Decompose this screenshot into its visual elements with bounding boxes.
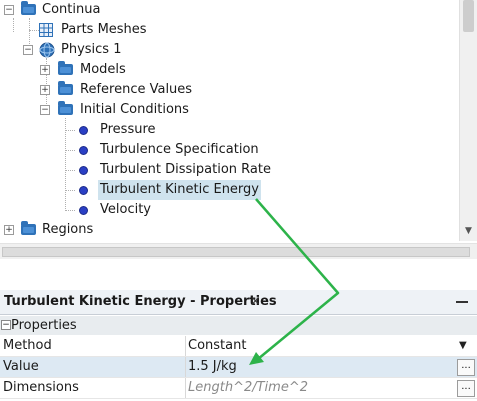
annotation-arrow [249, 198, 340, 365]
